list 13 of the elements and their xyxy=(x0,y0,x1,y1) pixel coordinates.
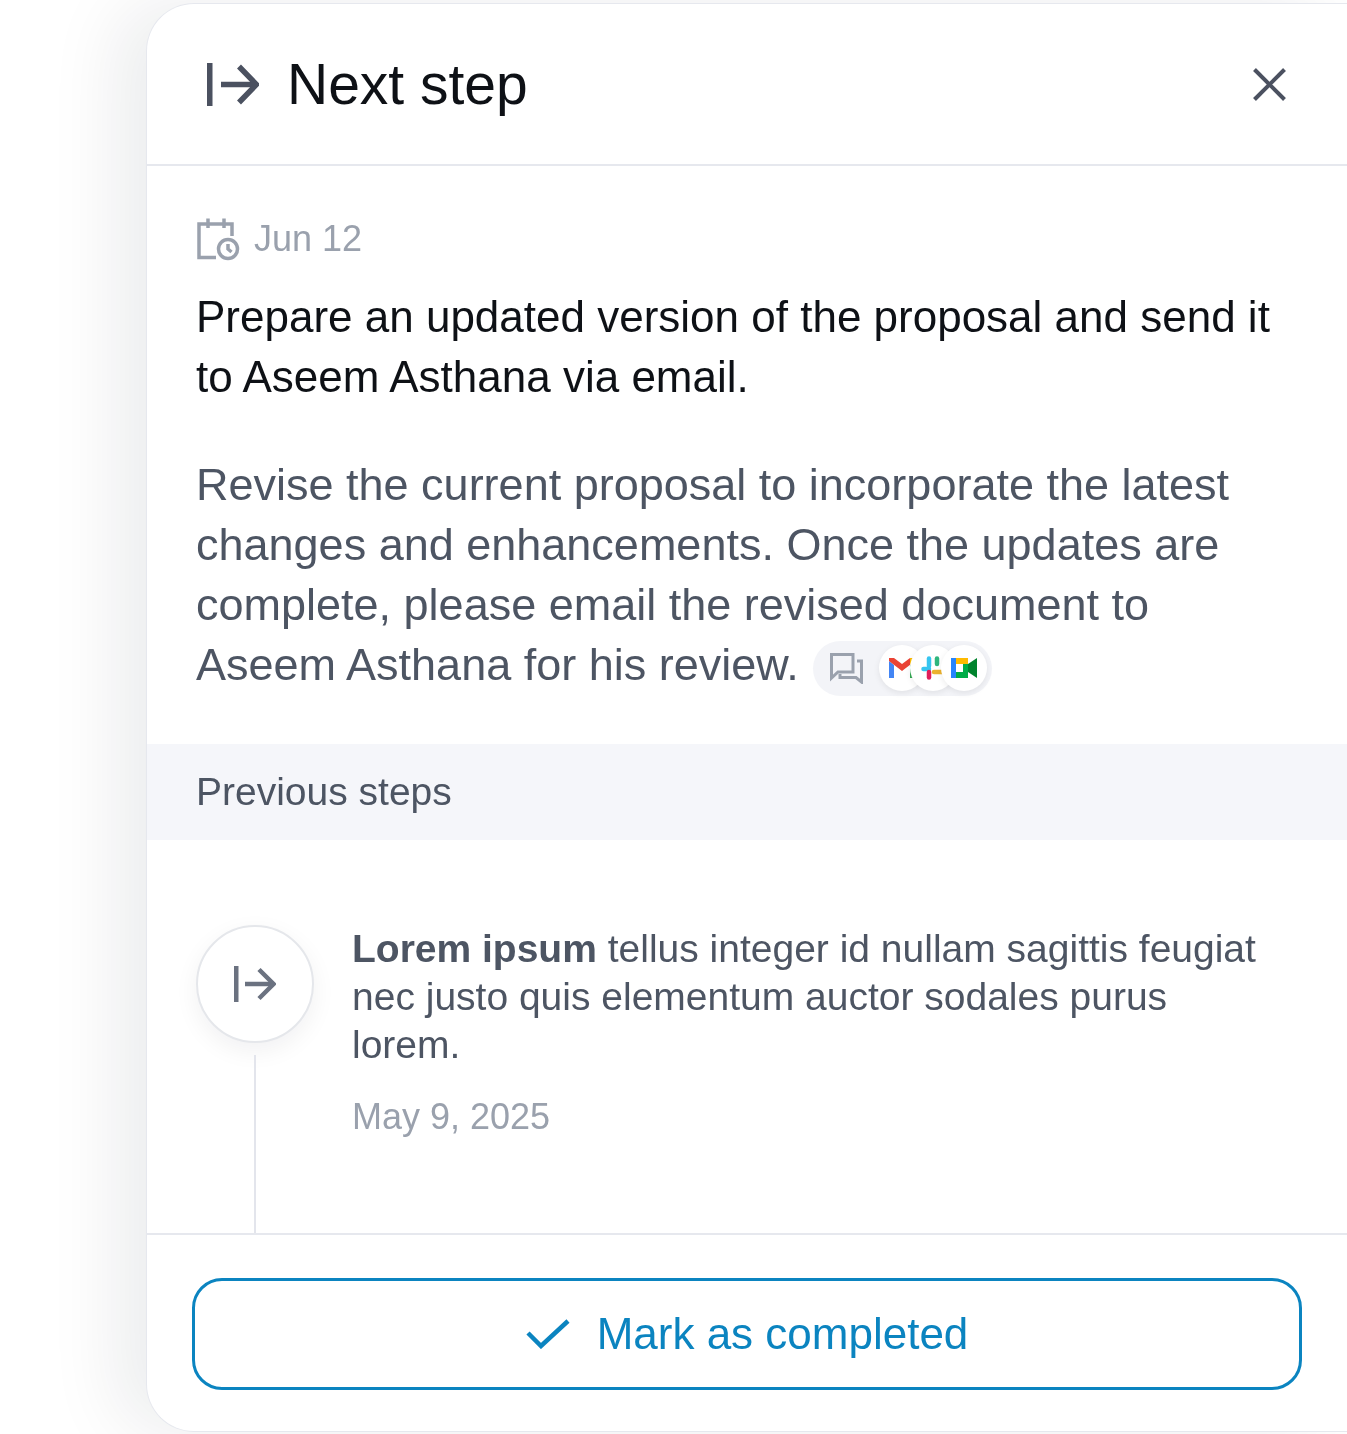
step-description: Revise the current proposal to incorporate the latest changes and enhancements. Once the updates are complete, please email the revised document to Aseem Asthana for his review. xyxy=(196,455,1296,696)
check-icon xyxy=(525,1319,570,1349)
mark-completed-button[interactable]: Mark as completed xyxy=(192,1278,1302,1390)
step-date: May 9, 2025 xyxy=(352,1094,552,1139)
section-heading: Previous steps xyxy=(196,772,452,812)
calendar-clock-icon xyxy=(196,217,240,261)
chat-bubbles-icon xyxy=(829,652,863,684)
step-text: Lorem ipsum tellus integer id nullam sagittis feugiat nec justo quis elementum auctor sodales purus lorem. xyxy=(352,925,1257,1068)
close-button[interactable] xyxy=(1251,66,1287,102)
video-camera-icon xyxy=(940,645,987,692)
close-icon xyxy=(1252,67,1286,101)
step-title: Prepare an updated version of the proposal and send it to Aseem Asthana via email. xyxy=(196,291,1271,403)
due-date: Jun 12 xyxy=(254,221,363,257)
